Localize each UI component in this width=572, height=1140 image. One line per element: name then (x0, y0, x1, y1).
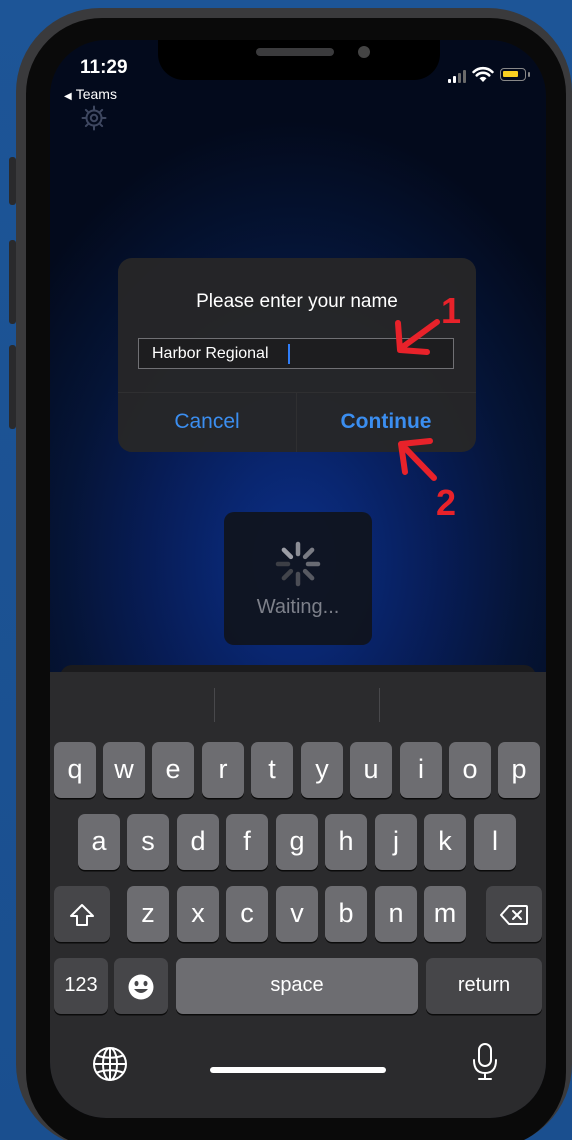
key-n[interactable]: n (375, 886, 417, 942)
key-f[interactable]: f (226, 814, 268, 870)
space-key[interactable]: space (176, 958, 418, 1014)
ios-keyboard: q w e r t y u i o p a s d f g h j k l z … (50, 672, 546, 1118)
shift-key[interactable] (54, 886, 110, 942)
return-key[interactable]: return (426, 958, 542, 1014)
suggestion-divider (214, 688, 215, 722)
name-entry-dialog: Please enter your name Harbor Regional C… (118, 258, 476, 452)
key-g[interactable]: g (276, 814, 318, 870)
microphone-icon[interactable] (471, 1042, 499, 1082)
emoji-icon (128, 974, 154, 1000)
home-indicator (210, 1067, 386, 1073)
key-x[interactable]: x (177, 886, 219, 942)
key-e[interactable]: e (152, 742, 194, 798)
key-q[interactable]: q (54, 742, 96, 798)
annotation-step-1: 1 (441, 290, 462, 331)
waiting-label: Waiting... (256, 596, 340, 618)
key-k[interactable]: k (424, 814, 466, 870)
back-to-teams-link[interactable]: ◀ Teams (64, 86, 117, 102)
loading-indicator: Waiting... (224, 512, 372, 645)
key-u[interactable]: u (350, 742, 392, 798)
name-input-value: Harbor Regional (152, 345, 269, 362)
notch (158, 40, 440, 80)
front-camera (358, 46, 370, 58)
back-triangle-icon: ◀ (64, 91, 72, 102)
back-label: Teams (75, 86, 117, 102)
wifi-icon (472, 66, 494, 82)
phone-screen: 11:29 ◀ Teams Please enter your name Harb (50, 40, 546, 1118)
annotation-step-2: 2 (436, 482, 457, 523)
key-p[interactable]: p (498, 742, 540, 798)
key-h[interactable]: h (325, 814, 367, 870)
key-z[interactable]: z (127, 886, 169, 942)
key-r[interactable]: r (202, 742, 244, 798)
suggestion-divider (379, 688, 380, 722)
key-l[interactable]: l (474, 814, 516, 870)
spinner-icon (275, 541, 321, 587)
key-m[interactable]: m (424, 886, 466, 942)
name-input[interactable]: Harbor Regional (138, 338, 454, 369)
battery-icon (500, 68, 530, 81)
key-i[interactable]: i (400, 742, 442, 798)
key-d[interactable]: d (177, 814, 219, 870)
continue-button[interactable]: Continue (297, 392, 475, 452)
silent-switch (9, 157, 16, 205)
globe-icon[interactable] (92, 1046, 128, 1082)
key-o[interactable]: o (449, 742, 491, 798)
key-t[interactable]: t (251, 742, 293, 798)
screenshot-stage: 11:29 ◀ Teams Please enter your name Harb (0, 0, 572, 1140)
settings-gear-icon[interactable] (80, 104, 108, 132)
volume-up-button (9, 240, 16, 324)
key-s[interactable]: s (127, 814, 169, 870)
numbers-key[interactable]: 123 (54, 958, 108, 1014)
key-a[interactable]: a (78, 814, 120, 870)
dialog-title: Please enter your name (196, 291, 398, 312)
key-w[interactable]: w (103, 742, 145, 798)
backspace-icon (500, 904, 528, 925)
cancel-button[interactable]: Cancel (118, 392, 296, 452)
shift-icon (70, 903, 94, 926)
text-cursor (288, 344, 290, 364)
key-c[interactable]: c (226, 886, 268, 942)
key-b[interactable]: b (325, 886, 367, 942)
key-y[interactable]: y (301, 742, 343, 798)
volume-down-button (9, 345, 16, 429)
delete-key[interactable] (486, 886, 542, 942)
emoji-key[interactable] (114, 958, 168, 1014)
key-j[interactable]: j (375, 814, 417, 870)
status-time: 11:29 (80, 57, 128, 78)
cellular-signal-icon (448, 69, 466, 83)
speaker-grille (256, 48, 334, 56)
key-v[interactable]: v (276, 886, 318, 942)
